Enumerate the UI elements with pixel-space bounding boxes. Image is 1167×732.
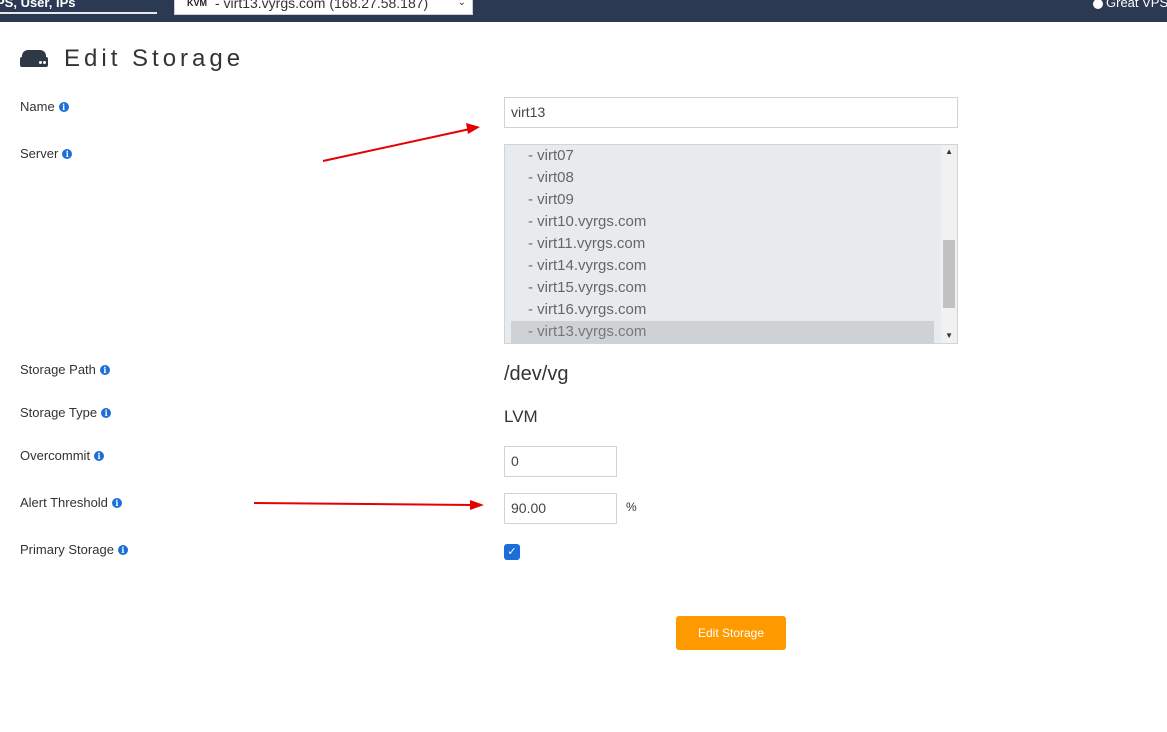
hdd-icon	[20, 50, 48, 68]
server-option[interactable]: - virt11.vyrgs.com	[511, 233, 934, 255]
server-option-selected[interactable]: - virt13.vyrgs.com	[511, 321, 934, 343]
user-menu-label: Great VPS	[1106, 0, 1167, 10]
user-icon	[1093, 0, 1103, 9]
name-label: Name i	[20, 99, 69, 114]
server-option[interactable]: - virt10.vyrgs.com	[511, 211, 934, 233]
info-icon[interactable]: i	[99, 364, 110, 375]
primary-storage-label-text: Primary Storage	[20, 542, 114, 557]
annotation-arrow-alert-threshold	[253, 500, 484, 510]
storage-path-label-text: Storage Path	[20, 362, 96, 377]
scroll-up-arrow-icon[interactable]: ▲	[945, 147, 953, 156]
storage-type-label-text: Storage Type	[20, 405, 98, 420]
top-search-input[interactable]: PS, User, IPs	[0, 0, 157, 14]
percent-unit: %	[626, 500, 637, 514]
chevron-down-icon: ⌄	[457, 0, 466, 8]
server-label-text: Server	[20, 146, 59, 161]
overcommit-input[interactable]: 0	[504, 446, 617, 477]
info-icon[interactable]: i	[111, 497, 122, 508]
primary-storage-label: Primary Storage i	[20, 542, 128, 557]
user-menu[interactable]: Great VPS	[1093, 0, 1167, 14]
server-option[interactable]: - virt15.vyrgs.com	[511, 277, 934, 299]
name-label-text: Name	[20, 99, 55, 114]
name-input[interactable]: virt13	[504, 97, 958, 128]
server-listbox-scrollbar[interactable]: ▲ ▼	[941, 145, 957, 343]
overcommit-label: Overcommit i	[20, 448, 105, 463]
overcommit-label-text: Overcommit	[20, 448, 91, 463]
top-server-select[interactable]: KVM - virt13.vyrgs.com (168.27.58.187) ⌄	[174, 0, 473, 15]
primary-storage-checkbox[interactable]: ✓	[504, 544, 520, 560]
storage-type-label: Storage Type i	[20, 405, 112, 420]
info-icon[interactable]: i	[117, 544, 128, 555]
server-option[interactable]: - virt16.vyrgs.com	[511, 299, 934, 321]
server-label: Server i	[20, 146, 73, 161]
page-header: Edit Storage	[20, 44, 244, 74]
checkmark-icon: ✓	[507, 546, 517, 558]
server-listbox[interactable]: - virt07 - virt08 - virt09 - virt10.vyrg…	[504, 144, 958, 344]
edit-storage-button[interactable]: Edit Storage	[676, 616, 786, 650]
storage-type-value: LVM	[504, 407, 538, 426]
server-option[interactable]: - virt07	[511, 145, 934, 167]
server-option[interactable]: - virt09	[511, 189, 934, 211]
alert-threshold-input[interactable]: 90.00	[504, 493, 617, 524]
server-option[interactable]: - virt14.vyrgs.com	[511, 255, 934, 277]
top-navbar: PS, User, IPs KVM - virt13.vyrgs.com (168…	[0, 0, 1167, 22]
info-icon[interactable]: i	[62, 148, 73, 159]
scrollbar-thumb[interactable]	[943, 240, 955, 308]
scroll-down-arrow-icon[interactable]: ▼	[945, 331, 953, 340]
alert-threshold-label-text: Alert Threshold	[20, 495, 108, 510]
page-title: Edit Storage	[64, 45, 245, 72]
storage-path-label: Storage Path i	[20, 362, 110, 377]
storage-path-value: /dev/vg	[504, 363, 569, 385]
info-icon[interactable]: i	[101, 407, 112, 418]
server-option[interactable]: - virt08	[511, 167, 934, 189]
info-icon[interactable]: i	[94, 450, 105, 461]
kvm-badge: KVM	[187, 0, 207, 8]
annotation-arrow-name	[322, 123, 480, 162]
alert-threshold-label: Alert Threshold i	[20, 495, 122, 510]
info-icon[interactable]: i	[58, 101, 69, 112]
top-server-select-value: - virt13.vyrgs.com (168.27.58.187)	[215, 0, 429, 11]
